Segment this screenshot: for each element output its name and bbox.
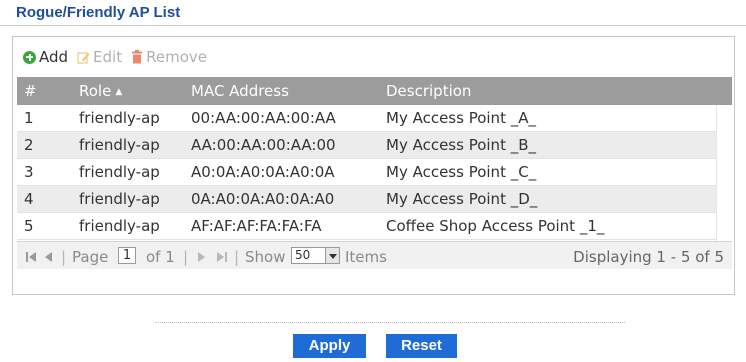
reset-button[interactable]: Reset <box>386 334 457 358</box>
cell-role: friendly-ap <box>79 163 160 181</box>
cell-num: 1 <box>24 109 34 127</box>
cell-mac: AA:00:AA:00:AA:00 <box>191 136 336 154</box>
cell-description: My Access Point _D_ <box>386 190 538 208</box>
header-num[interactable]: # <box>24 82 37 100</box>
plus-circle-icon <box>23 50 36 64</box>
toolbar: Add Edit Remove <box>23 48 216 66</box>
page-of-label: of 1 <box>146 248 175 266</box>
pencil-icon <box>77 51 90 64</box>
show-label: Show <box>245 248 286 266</box>
edit-label: Edit <box>93 48 123 66</box>
table-body: 1 friendly-ap 00:AA:00:AA:00:AA My Acces… <box>17 105 716 240</box>
table-scrollbar[interactable] <box>716 105 732 241</box>
page-title: Rogue/Friendly AP List <box>16 4 181 21</box>
chevron-down-icon[interactable] <box>326 247 340 264</box>
page-number-input[interactable]: 1 <box>118 247 136 264</box>
prev-page-icon[interactable] <box>45 249 53 267</box>
footer-divider <box>155 322 625 323</box>
title-divider <box>0 25 746 26</box>
add-label: Add <box>39 48 69 66</box>
add-button[interactable]: Add <box>23 48 68 66</box>
next-page-icon[interactable] <box>197 249 205 267</box>
cell-role: friendly-ap <box>79 109 160 127</box>
last-page-icon[interactable] <box>216 249 227 267</box>
cell-mac: 00:AA:00:AA:00:AA <box>191 109 336 127</box>
cell-num: 3 <box>24 163 34 181</box>
header-mac[interactable]: MAC Address <box>191 82 289 100</box>
cell-role: friendly-ap <box>79 217 160 235</box>
cell-description: My Access Point _B_ <box>386 136 537 154</box>
page-label: Page <box>72 248 109 266</box>
cell-mac: A0:0A:A0:0A:A0:0A <box>191 163 335 181</box>
trash-icon <box>131 50 143 64</box>
remove-label: Remove <box>146 48 207 66</box>
displaying-count: Displaying 1 - 5 of 5 <box>573 248 724 266</box>
table-row[interactable]: 4 friendly-ap 0A:A0:0A:A0:0A:A0 My Acces… <box>17 186 716 213</box>
apply-button[interactable]: Apply <box>293 334 366 358</box>
cell-num: 5 <box>24 217 34 235</box>
cell-description: My Access Point _C_ <box>386 163 537 181</box>
ap-list-panel: Add Edit Remove # Role ▲ MAC Address Des… <box>12 36 735 295</box>
cell-description: My Access Point _A_ <box>386 109 536 127</box>
table-header: # Role ▲ MAC Address Description <box>17 77 732 105</box>
edit-button[interactable]: Edit <box>77 48 122 66</box>
table-row[interactable]: 3 friendly-ap A0:0A:A0:0A:A0:0A My Acces… <box>17 159 716 186</box>
first-page-icon[interactable] <box>26 249 37 267</box>
table-row[interactable]: 1 friendly-ap 00:AA:00:AA:00:AA My Acces… <box>17 105 716 132</box>
cell-role: friendly-ap <box>79 190 160 208</box>
table-row[interactable]: 5 friendly-ap AF:AF:AF:FA:FA:FA Coffee S… <box>17 213 716 240</box>
sort-ascending-icon: ▲ <box>115 87 123 97</box>
header-description[interactable]: Description <box>386 82 471 100</box>
table-row[interactable]: 2 friendly-ap AA:00:AA:00:AA:00 My Acces… <box>17 132 716 159</box>
cell-mac: 0A:A0:0A:A0:0A:A0 <box>191 190 335 208</box>
pager-separator: | <box>61 248 67 266</box>
header-role-label: Role <box>79 82 112 100</box>
cell-role: friendly-ap <box>79 136 160 154</box>
page-size-select[interactable]: 50 <box>291 247 326 264</box>
pagination-bar: | Page 1 of 1 | | Show 50 Items Displayi… <box>17 241 732 269</box>
cell-num: 4 <box>24 190 34 208</box>
remove-button[interactable]: Remove <box>131 48 207 66</box>
header-role[interactable]: Role ▲ <box>79 82 122 100</box>
cell-num: 2 <box>24 136 34 154</box>
cell-description: Coffee Shop Access Point _1_ <box>386 217 605 235</box>
pager-separator: | <box>183 248 189 266</box>
cell-mac: AF:AF:AF:FA:FA:FA <box>191 217 322 235</box>
pager-separator: | <box>234 248 240 266</box>
items-label: Items <box>345 248 387 266</box>
